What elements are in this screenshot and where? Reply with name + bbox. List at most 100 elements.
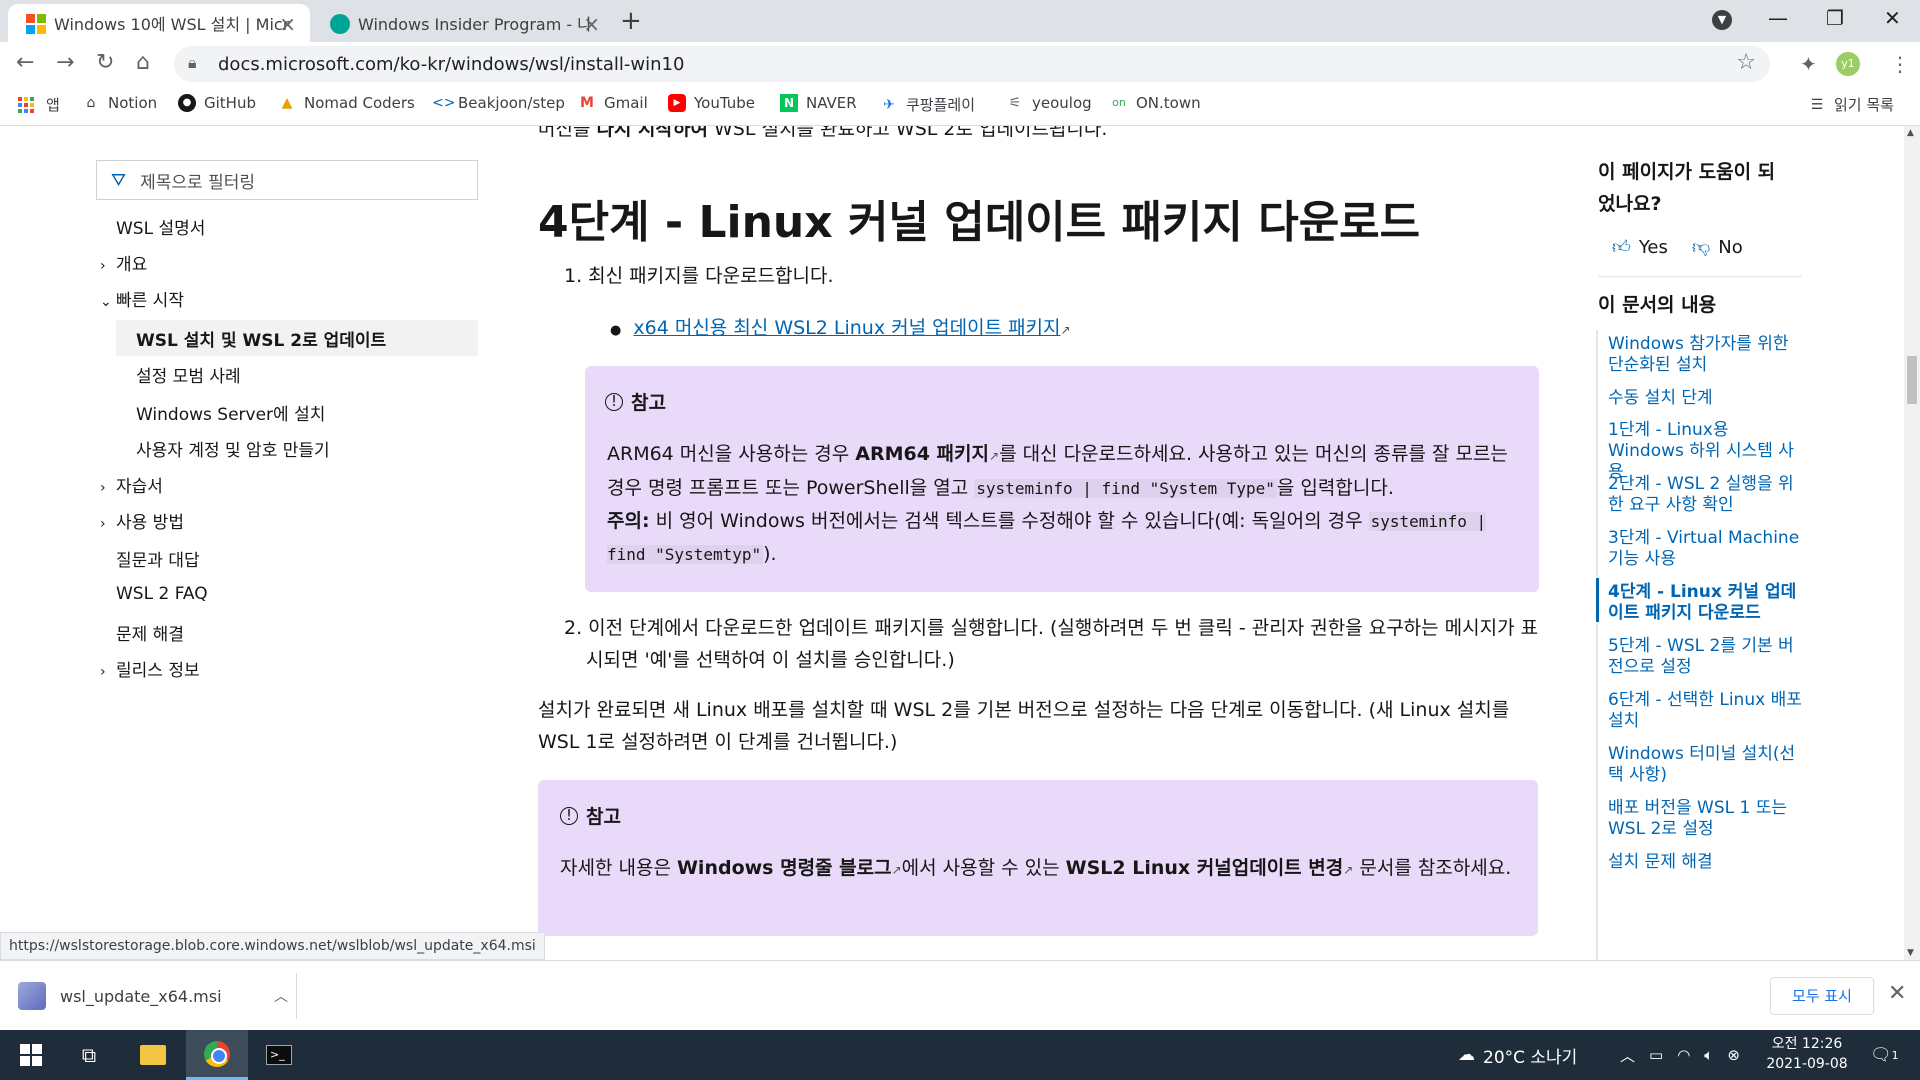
x64-kernel-package-link[interactable]: x64 머신용 최신 WSL2 Linux 커널 업데이트 패키지 — [633, 317, 1060, 339]
new-tab-button[interactable]: + — [620, 6, 642, 36]
close-shelf-icon[interactable]: ✕ — [1888, 981, 1906, 1006]
bookmark-coupang-play[interactable]: ✈ 쿠팡플레이 — [880, 94, 975, 115]
forward-button[interactable]: → — [56, 50, 74, 75]
home-button[interactable]: ⌂ — [136, 50, 150, 75]
toc-item-quickstart[interactable]: ⌄ 빠른 시작 — [100, 286, 184, 311]
address-bar[interactable]: 🔒︎ docs.microsoft.com/ko-kr/windows/wsl/… — [174, 46, 1770, 82]
task-view-button[interactable]: ⧉ — [58, 1030, 120, 1080]
kernel-update-changes-link[interactable]: WSL2 Linux 커널업데이트 변경 — [1066, 857, 1344, 879]
toc-item-user-account[interactable]: 사용자 계정 및 암호 만들기 — [136, 436, 330, 461]
otp-item-set-version[interactable]: 배포 버전을 WSL 1 또는 WSL 2로 설정 — [1608, 798, 1804, 840]
bookmark-star-icon[interactable]: ☆ — [1736, 50, 1756, 75]
bookmark-nomad-coders[interactable]: ▲ Nomad Coders — [278, 94, 415, 112]
puzzle-extensions-icon[interactable]: ✦ — [1800, 52, 1817, 76]
toc-item-windows-server[interactable]: Windows Server에 설치 — [136, 400, 325, 425]
chrome-taskbar-button[interactable] — [186, 1030, 248, 1080]
toc-filter-input[interactable]: ⛛ 제목으로 필터링 — [96, 160, 478, 200]
bookmark-youtube[interactable]: ▶ YouTube — [668, 94, 755, 112]
start-button[interactable] — [0, 1030, 62, 1080]
tab-wsl-install[interactable]: Windows 10에 WSL 설치 | Micro × — [8, 4, 310, 42]
scroll-thumb[interactable] — [1907, 356, 1917, 404]
weather-widget[interactable]: ☁ 20°C 소나기 — [1458, 1030, 1577, 1080]
scroll-down-icon[interactable]: ▼ — [1907, 948, 1914, 958]
volume-icon[interactable]: 🔈︎ — [1704, 1046, 1713, 1064]
clipped-text: WSL 설치를 완료하고 WSL 2로 업데이트됩니다. — [707, 126, 1108, 140]
bookmark-label: Beakjoon/step — [458, 94, 565, 112]
wifi-icon[interactable]: ◠ — [1677, 1046, 1690, 1064]
back-button[interactable]: ← — [16, 50, 34, 75]
toc-item-tutorials[interactable]: › 자습서 — [100, 472, 163, 497]
battery-icon[interactable]: ▭ — [1649, 1046, 1663, 1064]
otp-item-step2[interactable]: 2단계 - WSL 2 실행을 위한 요구 사항 확인 — [1608, 474, 1804, 516]
maximize-button[interactable]: ❐ — [1826, 6, 1844, 30]
nomad-coders-icon: ▲ — [281, 95, 293, 111]
show-all-downloads-button[interactable]: 모두 표시 — [1770, 977, 1874, 1015]
bookmark-ontown[interactable]: on ON.town — [1110, 94, 1201, 112]
chevron-down-icon: ⌄ — [100, 294, 112, 310]
note-box-arm64: ! 참고 ARM64 머신을 사용하는 경우 ARM64 패키지↗를 대신 다운… — [585, 366, 1539, 592]
toc-item-how-to[interactable]: › 사용 방법 — [100, 508, 184, 533]
otp-item-step5[interactable]: 5단계 - WSL 2를 기본 버전으로 설정 — [1608, 636, 1804, 678]
thumbs-up-icon: 👍︎ — [1612, 237, 1631, 258]
otp-item-step4[interactable]: 4단계 - Linux 커널 업데이트 패키지 다운로드 — [1608, 582, 1804, 624]
toc-item-release-notes[interactable]: › 릴리스 정보 — [100, 656, 200, 681]
clock-time: 오전 12:26 — [1771, 1036, 1843, 1052]
toc-item-troubleshooting[interactable]: 문제 해결 — [116, 620, 184, 645]
bookmark-github[interactable]: ● GitHub — [178, 94, 256, 112]
otp-item-troubleshoot[interactable]: 설치 문제 해결 — [1608, 852, 1804, 873]
step-2: 2. 이전 단계에서 다운로드한 업데이트 패키지를 실행합니다. (실행하려면… — [564, 612, 1540, 676]
step-2-text: 이전 단계에서 다운로드한 업데이트 패키지를 실행합니다. (실행하려면 두 … — [586, 617, 1539, 671]
chevron-up-icon[interactable]: ︿ — [274, 986, 288, 1006]
feedback-yes-button[interactable]: 👍︎ Yes — [1612, 236, 1668, 259]
file-explorer-button[interactable] — [122, 1030, 184, 1080]
note-heading: ! 참고 — [560, 802, 621, 829]
toc-item-wsl2-faq[interactable]: WSL 2 FAQ — [116, 584, 208, 604]
toc-label: Windows Server에 설치 — [136, 405, 326, 425]
command-line-blog-link[interactable]: Windows 명령줄 블로그 — [677, 857, 892, 879]
chevron-right-icon: › — [100, 480, 106, 496]
note-heading-text: 참고 — [631, 392, 666, 414]
download-item[interactable]: wsl_update_x64.msi ︿ — [18, 973, 294, 1019]
tab-insider-program[interactable]: Windows Insider Program - 나무 × — [312, 4, 614, 42]
notification-center-button[interactable]: 🗨︎ 1 — [1870, 1030, 1899, 1080]
clipped-text: 머신을 — [538, 126, 597, 140]
reading-list[interactable]: ☰ 읽기 목록 — [1808, 94, 1894, 115]
scroll-up-icon[interactable]: ▲ — [1907, 128, 1914, 138]
bookmark-naver[interactable]: N NAVER — [780, 94, 857, 112]
otp-item-terminal[interactable]: Windows 터미널 설치(선택 사항) — [1608, 744, 1804, 786]
toc-item-install-wsl[interactable]: WSL 설치 및 WSL 2로 업데이트 — [136, 326, 386, 351]
toc-label: 질문과 대답 — [116, 551, 200, 571]
toc-item-best-practices[interactable]: 설정 모범 사례 — [136, 362, 241, 387]
toc-item-faq[interactable]: 질문과 대답 — [116, 546, 200, 571]
arm64-package-link[interactable]: ARM64 패키지 — [855, 443, 989, 465]
bookmark-yeoulog[interactable]: ⚟ yeoulog — [1006, 94, 1092, 112]
tab-search-icon[interactable]: ▼ — [1712, 10, 1732, 30]
bookmark-gmail[interactable]: M Gmail — [578, 94, 648, 112]
close-tab-icon[interactable]: × — [583, 12, 600, 36]
page-scrollbar[interactable]: ▲ ▼ — [1904, 126, 1920, 960]
close-tab-icon[interactable]: × — [279, 12, 296, 36]
profile-avatar[interactable]: y1 — [1836, 52, 1860, 76]
minimize-button[interactable]: — — [1768, 6, 1788, 30]
otp-item-step3[interactable]: 3단계 - Virtual Machine 기능 사용 — [1608, 528, 1804, 570]
toc-item-overview[interactable]: › 개요 — [100, 250, 147, 275]
terminal-taskbar-button[interactable]: >_ — [248, 1030, 310, 1080]
system-clock[interactable]: 오전 12:26 2021-09-08 — [1762, 1034, 1852, 1074]
bookmark-notion[interactable]: ⌂ Notion — [82, 94, 158, 112]
menu-kebab-icon[interactable]: ⋮ — [1890, 52, 1910, 76]
feedback-no-button[interactable]: 👎︎ No — [1692, 236, 1743, 259]
otp-item-insider-install[interactable]: Windows 참가자를 위한 단순화된 설치 — [1608, 334, 1804, 376]
toc-item-wsl-docs[interactable]: WSL 설명서 — [116, 214, 205, 239]
otp-item-step6[interactable]: 6단계 - 선택한 Linux 배포 설치 — [1608, 690, 1804, 732]
bookmark-apps[interactable]: 앱 — [18, 94, 60, 115]
gmail-icon: M — [580, 95, 594, 111]
otp-item-manual-steps[interactable]: 수동 설치 단계 — [1608, 388, 1804, 409]
bookmark-beakjoon[interactable]: <> Beakjoon/step — [432, 94, 565, 112]
url-text[interactable]: docs.microsoft.com/ko-kr/windows/wsl/ins… — [218, 54, 684, 75]
reload-button[interactable]: ↻ — [96, 50, 114, 75]
close-window-button[interactable]: ✕ — [1884, 6, 1901, 30]
lock-icon[interactable]: 🔒︎ — [188, 53, 197, 73]
ime-icon[interactable]: ⊗ — [1727, 1046, 1740, 1064]
note-heading-text: 참고 — [586, 806, 621, 828]
chevron-up-icon[interactable]: ︿ — [1620, 1045, 1635, 1066]
